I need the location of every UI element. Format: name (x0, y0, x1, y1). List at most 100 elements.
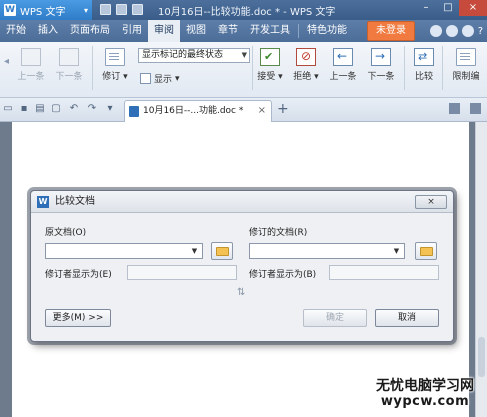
print-icon[interactable]: ▤ (34, 103, 46, 115)
menu-section[interactable]: 章节 (212, 20, 244, 42)
redo-icon[interactable]: ↷ (86, 103, 98, 115)
window-icon[interactable] (116, 4, 127, 15)
arrow-left-icon (333, 48, 353, 66)
next-label: 下一条 (367, 72, 395, 82)
watermark-url: wypcw.com (380, 394, 470, 409)
maximize-button[interactable]: □ (437, 0, 459, 16)
window-title: 10月16日--比较功能.doc * - WPS 文字 (158, 7, 336, 18)
tab-close-icon[interactable]: × (258, 101, 266, 121)
browse-original-button[interactable] (211, 242, 233, 260)
dialog-title-bar[interactable]: W 比较文档 × (31, 191, 453, 213)
document-tab-title: 10月16日--...功能.doc * (143, 106, 244, 116)
folder-icon (216, 247, 229, 256)
next-change-button[interactable]: 下一条 (364, 48, 398, 82)
undo-icon[interactable]: ↶ (68, 103, 80, 115)
ribbon-divider (404, 46, 405, 90)
save-icon[interactable]: ▪ (18, 103, 30, 115)
layout-icon[interactable] (449, 103, 460, 114)
accept-icon (260, 48, 280, 66)
reject-button[interactable]: 拒绝 ▾ (290, 48, 322, 82)
compare-label: 比较 (414, 72, 433, 82)
open-folder-icon[interactable]: ▭ (2, 103, 14, 115)
reject-label: 拒绝 (293, 72, 312, 82)
site-watermark: 无忧电脑学习网 wypcw.com (376, 378, 474, 410)
menu-divider (298, 24, 299, 38)
dialog-title: 比较文档 (55, 196, 95, 207)
more-options-button[interactable]: 更多(M) >> (45, 309, 111, 327)
show-button[interactable]: 显示 ▾ (140, 72, 180, 85)
chevron-down-icon: ▾ (120, 72, 128, 82)
ribbon-divider (252, 46, 253, 90)
help-icon[interactable]: ? (478, 26, 483, 37)
next-disabled-label: 下一条 (55, 72, 83, 82)
menu-references[interactable]: 引用 (116, 20, 148, 42)
watermark-title: 无忧电脑学习网 (376, 378, 474, 394)
ribbon-scroll-left-icon[interactable]: ◂ (4, 56, 12, 78)
vertical-scrollbar[interactable] (475, 122, 487, 417)
revised-document-select[interactable]: ▼ (249, 243, 405, 259)
chevron-down-icon: ▾ (311, 72, 319, 82)
document-tab[interactable]: 10月16日--...功能.doc * × (124, 100, 272, 122)
revise-label: 修订 (102, 72, 121, 82)
restrict-editing-button[interactable]: 限制编 (448, 48, 484, 82)
menu-home[interactable]: 开始 (0, 20, 32, 42)
swap-documents-icon[interactable]: ⇅ (237, 287, 245, 298)
next-change-disabled-button[interactable]: 下一条 (52, 48, 86, 82)
ribbon-divider (442, 46, 443, 90)
dialog-body: 原文档(O) ▼ 修订者显示为(E) 修订的文档(R) ▼ 修订者显示为(B) … (31, 213, 453, 341)
track-changes-icon (105, 48, 125, 66)
chevron-down-icon: ▾ (175, 73, 180, 84)
menu-view[interactable]: 视图 (180, 20, 212, 42)
ok-button[interactable]: 确定 (303, 309, 367, 327)
markup-mode-select[interactable]: 显示标记的最终状态 ▼ (138, 48, 250, 63)
login-button[interactable]: 未登录 (367, 21, 415, 41)
menu-page-layout[interactable]: 页面布局 (64, 20, 116, 42)
window-list-icon[interactable] (470, 103, 481, 114)
compare-documents-dialog: W 比较文档 × 原文档(O) ▼ 修订者显示为(E) 修订的文档(R) ▼ 修… (30, 190, 454, 342)
window-icon[interactable] (100, 4, 111, 15)
app-menu-button[interactable]: W WPS 文字 ▾ (0, 0, 92, 20)
print-preview-icon[interactable]: ▢ (50, 103, 62, 115)
prev-change-disabled-button[interactable]: 上一条 (14, 48, 48, 82)
chevron-down-icon: ▾ (275, 72, 283, 82)
compare-icon (414, 48, 434, 66)
show-markup-icon (140, 73, 151, 84)
lock-icon (456, 48, 476, 66)
original-document-select[interactable]: ▼ (45, 243, 203, 259)
quick-icons (100, 4, 143, 15)
cancel-button[interactable]: 取消 (375, 309, 439, 327)
chevron-down-icon: ▼ (191, 247, 198, 255)
close-button[interactable]: × (459, 0, 487, 16)
skin-icon[interactable] (429, 25, 442, 37)
menu-review[interactable]: 审阅 (148, 20, 180, 42)
wps-logo-icon: W (37, 196, 49, 208)
ribbon: ◂ 上一条 下一条 修订 ▾ 显示标记的最终状态 ▼ 显示 ▾ 接受 ▾ 拒绝 … (0, 42, 487, 98)
revised-document-label: 修订的文档(R) (249, 228, 308, 238)
original-author-field[interactable] (127, 265, 237, 280)
user-icon[interactable] (461, 25, 474, 37)
revise-button[interactable]: 修订 ▾ (98, 48, 132, 82)
menu-developer[interactable]: 开发工具 (244, 20, 296, 42)
dialog-close-button[interactable]: × (415, 195, 447, 209)
menu-features[interactable]: 特色功能 (301, 20, 353, 42)
accept-label: 接受 (257, 72, 276, 82)
prev-disabled-label: 上一条 (17, 72, 45, 82)
menu-insert[interactable]: 插入 (32, 20, 64, 42)
prev-change-button[interactable]: 上一条 (326, 48, 360, 82)
compare-button[interactable]: 比较 (410, 48, 438, 82)
chevron-down-icon[interactable]: ▾ (104, 103, 116, 115)
window-icon[interactable] (132, 4, 143, 15)
accept-button[interactable]: 接受 ▾ (254, 48, 286, 82)
next-icon (59, 48, 79, 66)
settings-icon[interactable] (445, 25, 458, 37)
show-label: 显示 (154, 75, 173, 85)
browse-revised-button[interactable] (415, 242, 437, 260)
minimize-button[interactable]: – (415, 0, 437, 16)
original-document-label: 原文档(O) (45, 228, 87, 238)
original-author-label: 修订者显示为(E) (45, 270, 112, 280)
add-tab-icon[interactable]: + (277, 101, 289, 117)
scrollbar-thumb[interactable] (478, 337, 485, 377)
app-name: WPS 文字 (20, 6, 66, 18)
revised-author-field[interactable] (329, 265, 439, 280)
folder-icon (420, 247, 433, 256)
